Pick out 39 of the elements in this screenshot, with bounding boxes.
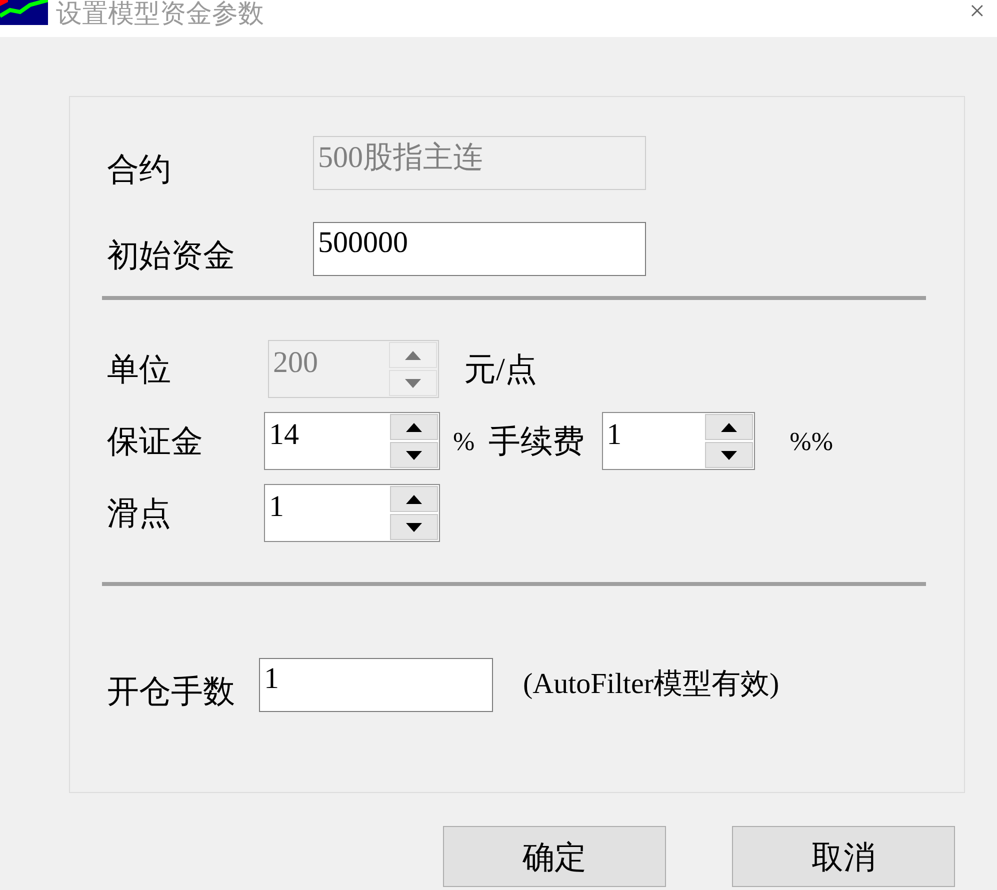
field-label: 手续费 bbox=[488, 422, 586, 461]
close-button[interactable]: × bbox=[969, 0, 985, 24]
down-arrow-icon bbox=[720, 450, 737, 460]
unit-label: % bbox=[453, 426, 475, 458]
field-label: 合约 bbox=[106, 150, 172, 189]
increment-button[interactable] bbox=[390, 414, 438, 440]
hint-text: (AutoFilter模型有效) bbox=[523, 667, 780, 702]
unit-label: %% bbox=[790, 426, 833, 458]
increment-button[interactable] bbox=[704, 414, 753, 440]
down-arrow-icon bbox=[405, 378, 421, 388]
spin-value: 1 bbox=[269, 490, 284, 523]
cancel-button[interactable]: 取消 bbox=[732, 826, 955, 887]
spin-value: 200 bbox=[273, 346, 318, 379]
unit-label: 元/点 bbox=[464, 350, 537, 389]
text-field[interactable]: 1 bbox=[259, 658, 493, 712]
spin-value: 1 bbox=[606, 418, 622, 451]
increment-button[interactable] bbox=[390, 486, 438, 512]
field-label: 保证金 bbox=[106, 422, 204, 461]
spin-box[interactable]: 1 bbox=[264, 484, 440, 542]
down-arrow-icon bbox=[406, 522, 422, 532]
field-label: 开仓手数 bbox=[106, 672, 236, 711]
ok-button[interactable]: 确定 bbox=[443, 826, 666, 887]
text-field[interactable]: 500000 bbox=[313, 222, 646, 276]
decrement-button[interactable] bbox=[390, 442, 438, 468]
spin-value: 14 bbox=[269, 418, 299, 451]
spin-box[interactable]: 1 bbox=[602, 412, 755, 470]
decrement-button[interactable] bbox=[390, 514, 438, 540]
decrement-button[interactable] bbox=[704, 442, 753, 468]
up-arrow-icon bbox=[406, 422, 422, 432]
field-label: 初始资金 bbox=[106, 236, 236, 275]
spin-box[interactable]: 14 bbox=[264, 412, 440, 470]
chart-logo-icon bbox=[0, 0, 48, 25]
up-arrow-icon bbox=[406, 494, 422, 504]
up-arrow-icon bbox=[720, 422, 737, 432]
window-title: 设置模型资金参数 bbox=[56, 0, 264, 28]
down-arrow-icon bbox=[406, 450, 422, 460]
up-arrow-icon bbox=[405, 350, 421, 360]
field-label: 单位 bbox=[106, 350, 172, 389]
field-label: 滑点 bbox=[106, 494, 172, 533]
